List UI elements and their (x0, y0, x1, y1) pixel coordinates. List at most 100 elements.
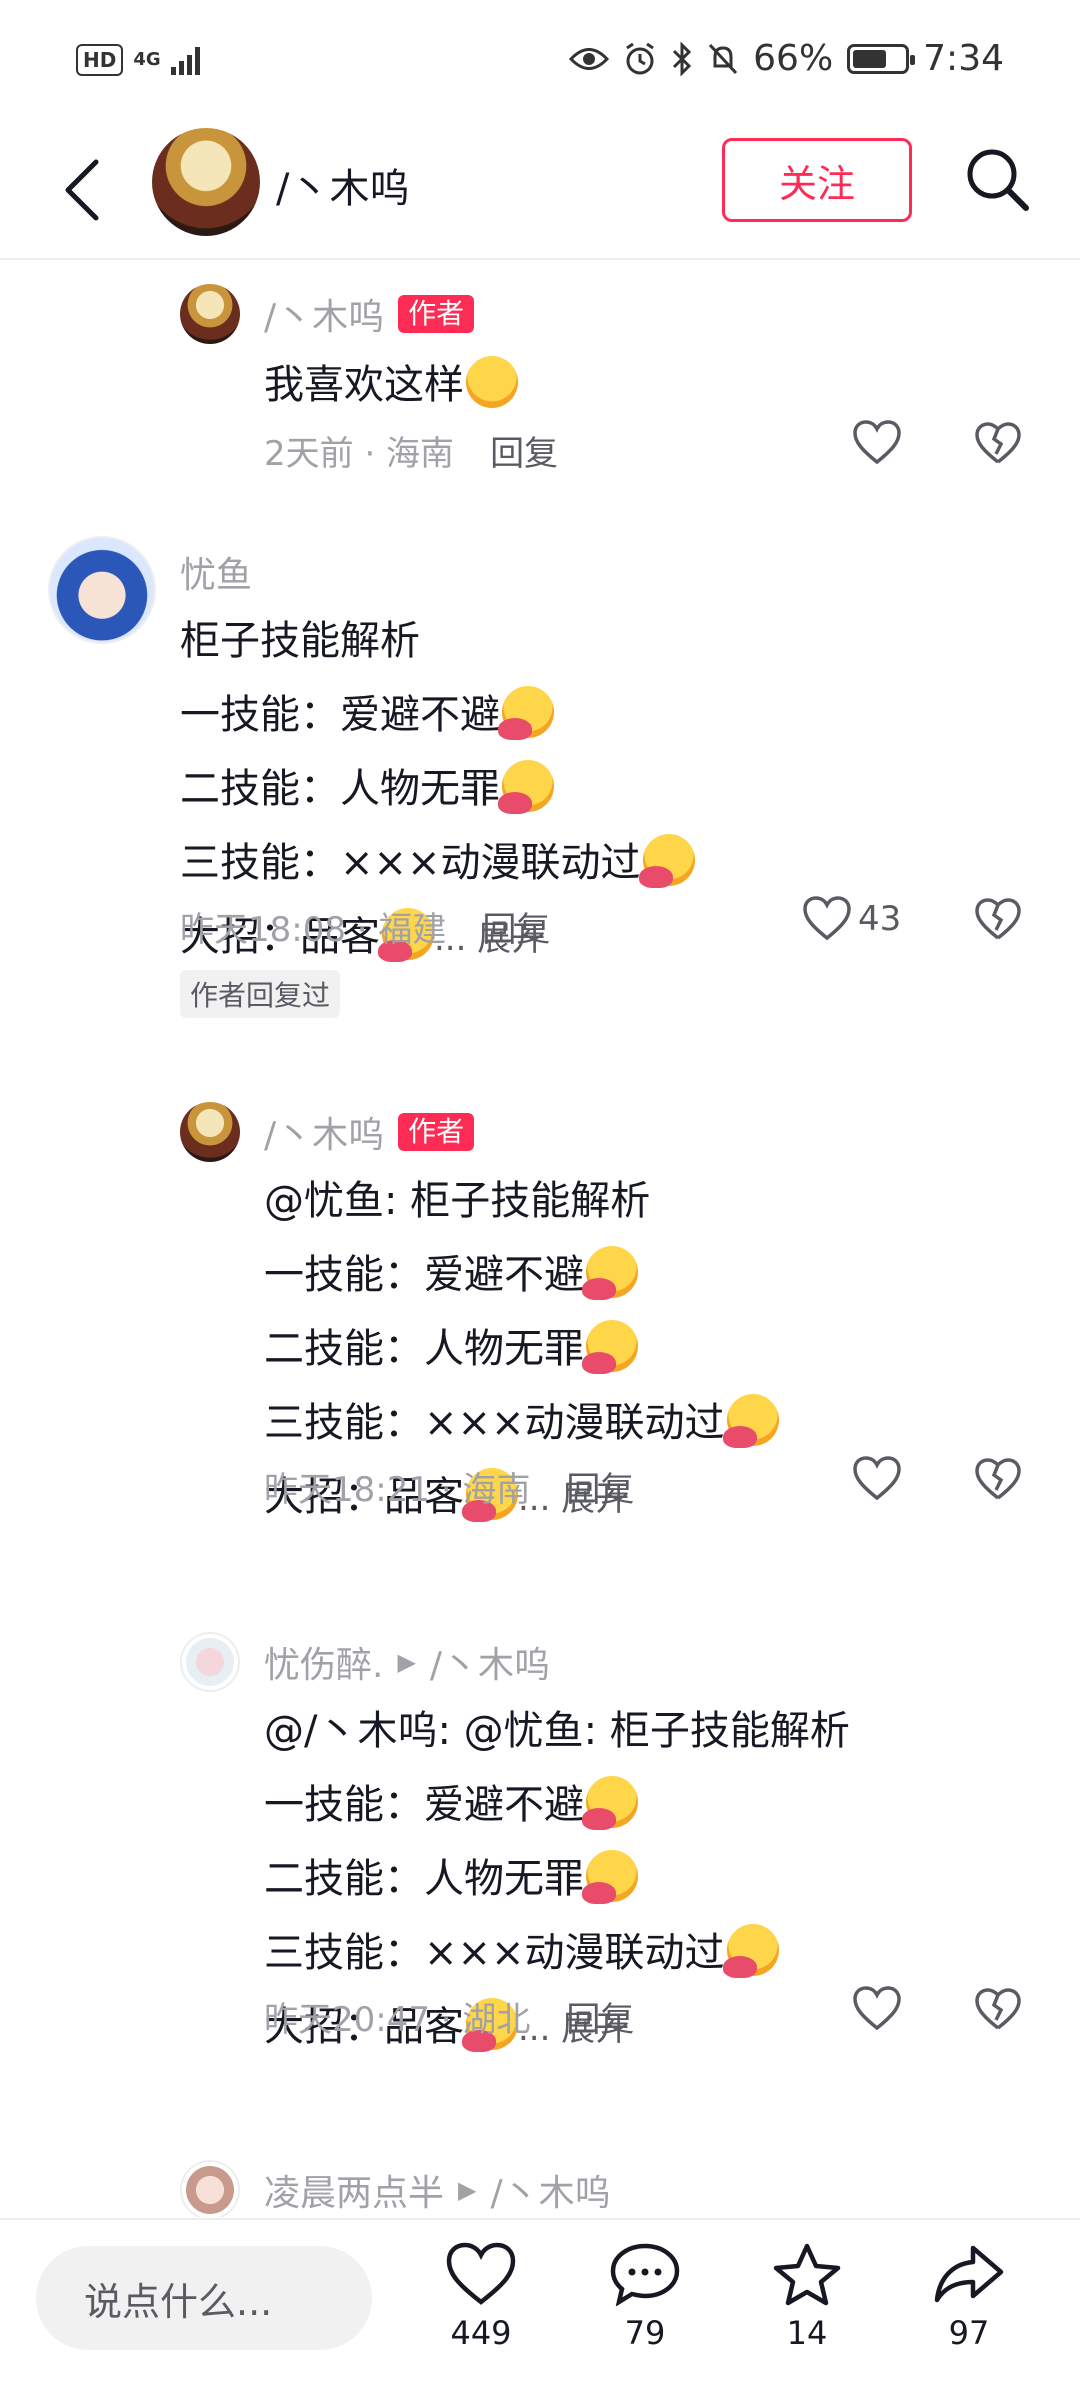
mute-icon (709, 43, 738, 74)
comment-action-button[interactable]: 79 (590, 2242, 700, 2352)
status-right: 66% 7:34 (569, 38, 1004, 79)
comment-meta: 2天前 · 海南 回复 (264, 426, 558, 475)
comment-text: 我喜欢这样 (264, 348, 518, 422)
avatar[interactable] (152, 128, 260, 236)
comment-line-text: 二技能：人物无罪 (264, 1856, 584, 1902)
reply-button[interactable]: 回复 (490, 426, 558, 475)
clock: 7:34 (923, 38, 1004, 79)
comment-line: 三技能：×××动漫联动过 (180, 826, 695, 900)
hug-emoji-icon (722, 1394, 779, 1448)
comment-header: 忧鱼 (180, 546, 252, 598)
hug-emoji-icon (498, 686, 554, 740)
avatar[interactable] (180, 284, 240, 344)
heart-icon (853, 420, 901, 465)
comment-line-text: 三技能：×××动漫联动过 (264, 1930, 725, 1976)
comment-author[interactable]: 忧伤醉. (264, 1636, 383, 1688)
favorite-action-button[interactable]: 14 (752, 2242, 862, 2352)
avatar[interactable] (180, 1102, 240, 1162)
bluetooth-icon (673, 41, 692, 76)
comment-line-text: @/丶木呜: @忧鱼: 柜子技能解析 (264, 1708, 850, 1754)
network-type: 4G (133, 49, 161, 70)
speech-bubble-icon (610, 2243, 680, 2306)
comment-line: @忧鱼: 柜子技能解析 (264, 1164, 779, 1238)
comment-line: 二技能：人物无罪 (180, 752, 695, 826)
chevron-left-icon[interactable] (56, 150, 116, 230)
heart-icon (853, 1986, 901, 2031)
comment-line: @/丶木呜: @忧鱼: 柜子技能解析 (264, 1694, 850, 1768)
avatar[interactable] (180, 2160, 240, 2217)
broken-heart-icon[interactable] (974, 898, 1022, 942)
comment-author[interactable]: /丶木呜 (264, 1106, 384, 1158)
comment-meta: 昨天20:47 · 湖北 回复 (264, 1992, 634, 2041)
author-badge: 作者 (398, 295, 475, 333)
reply-button[interactable]: 回复 (566, 1992, 634, 2041)
header: /丶木呜 关注 (0, 120, 1080, 260)
comment-line: 二技能：人物无罪 (264, 1842, 850, 1916)
comment-header: /丶木呜 作者 (264, 1106, 475, 1158)
like-button[interactable] (852, 420, 902, 466)
battery-percent: 66% (753, 38, 834, 79)
comment-line: 一技能：爱避不避 (264, 1238, 779, 1312)
star-icon (773, 2243, 841, 2306)
play-arrow-icon: ▶ (458, 2176, 477, 2204)
search-icon[interactable] (962, 144, 1032, 214)
broken-heart-icon[interactable] (974, 422, 1022, 466)
hug-emoji-icon (582, 1246, 638, 1300)
hug-emoji-icon (498, 760, 554, 814)
favorite-count: 14 (786, 2314, 828, 2352)
comment-item: 凌晨两点半 ▶ /丶木呜 (0, 2142, 1080, 2217)
comment-line-text: 三技能：×××动漫联动过 (180, 840, 641, 886)
comment-header: 凌晨两点半 ▶ /丶木呜 (264, 2164, 611, 2216)
status-bar: HD 4G 66% 7:34 (0, 0, 1080, 120)
comment-meta: 昨天18:08 · 福建 回复 (180, 902, 550, 951)
comment-line-text: 一技能：爱避不避 (180, 692, 500, 738)
comment-author[interactable]: /丶木呜 (264, 288, 384, 340)
author-badge: 作者 (398, 1113, 475, 1151)
avatar[interactable] (48, 536, 156, 644)
comment-author[interactable]: 忧鱼 (180, 546, 252, 598)
share-count: 97 (948, 2314, 990, 2352)
heart-icon (853, 1456, 901, 1501)
broken-heart-icon[interactable] (974, 1458, 1022, 1502)
heart-icon (446, 2242, 516, 2305)
like-button[interactable]: 43 (802, 896, 901, 942)
comment-list[interactable]: /丶木呜 作者 我喜欢这样 2天前 · 海南 回复 忧鱼 柜子技能解析 一技能：… (0, 262, 1080, 2217)
like-action-button[interactable]: 449 (426, 2242, 536, 2352)
author-replied-tag: 作者回复过 (180, 970, 341, 1018)
alarm-icon (626, 42, 654, 74)
hug-emoji-icon (582, 1850, 638, 1904)
follow-button[interactable]: 关注 (722, 138, 912, 222)
comment-line-text: 二技能：人物无罪 (264, 1326, 584, 1372)
comment-line-text: 柜子技能解析 (180, 618, 420, 664)
reply-button[interactable]: 回复 (482, 902, 550, 951)
hug-emoji-icon (722, 1924, 779, 1978)
page-title[interactable]: /丶木呜 (276, 156, 409, 214)
reply-to-user[interactable]: /丶木呜 (490, 2164, 610, 2216)
comment-line-text: @忧鱼: 柜子技能解析 (264, 1178, 651, 1224)
comment-meta: 昨天18:21 · 海南 回复 (264, 1462, 634, 1511)
comment-header: 忧伤醉. ▶ /丶木呜 (264, 1636, 550, 1688)
broken-heart-icon[interactable] (974, 1988, 1022, 2032)
reply-button[interactable]: 回复 (566, 1462, 634, 1511)
eye-icon (569, 47, 610, 70)
comment-item: /丶木呜 作者 我喜欢这样 2天前 · 海南 回复 (0, 262, 1080, 512)
like-button[interactable] (852, 1986, 902, 2032)
comment-input[interactable]: 说点什么... (36, 2246, 372, 2350)
like-count: 43 (858, 899, 902, 939)
hug-emoji-icon (638, 834, 695, 888)
comment-time-location: 2天前 · 海南 (264, 434, 455, 474)
like-button[interactable] (852, 1456, 902, 1502)
comment-line-text: 一技能：爱避不避 (264, 1782, 584, 1828)
share-arrow-icon (934, 2245, 1004, 2303)
comment-line: 二技能：人物无罪 (264, 1312, 779, 1386)
comment-line: 一技能：爱避不避 (264, 1768, 850, 1842)
comment-author[interactable]: 凌晨两点半 (264, 2164, 444, 2216)
share-action-button[interactable]: 97 (914, 2242, 1024, 2352)
avatar[interactable] (180, 1632, 240, 1692)
comment-line: 一技能：爱避不避 (180, 678, 695, 752)
comment-line: 柜子技能解析 (180, 604, 695, 678)
comment-item: 忧鱼 柜子技能解析 一技能：爱避不避 二技能：人物无罪 三技能：×××动漫联动过… (0, 524, 1080, 1084)
comment-time-location: 昨天18:08 · 福建 (180, 910, 447, 950)
hug-emoji-icon (582, 1776, 638, 1830)
reply-to-user[interactable]: /丶木呜 (430, 1636, 550, 1688)
